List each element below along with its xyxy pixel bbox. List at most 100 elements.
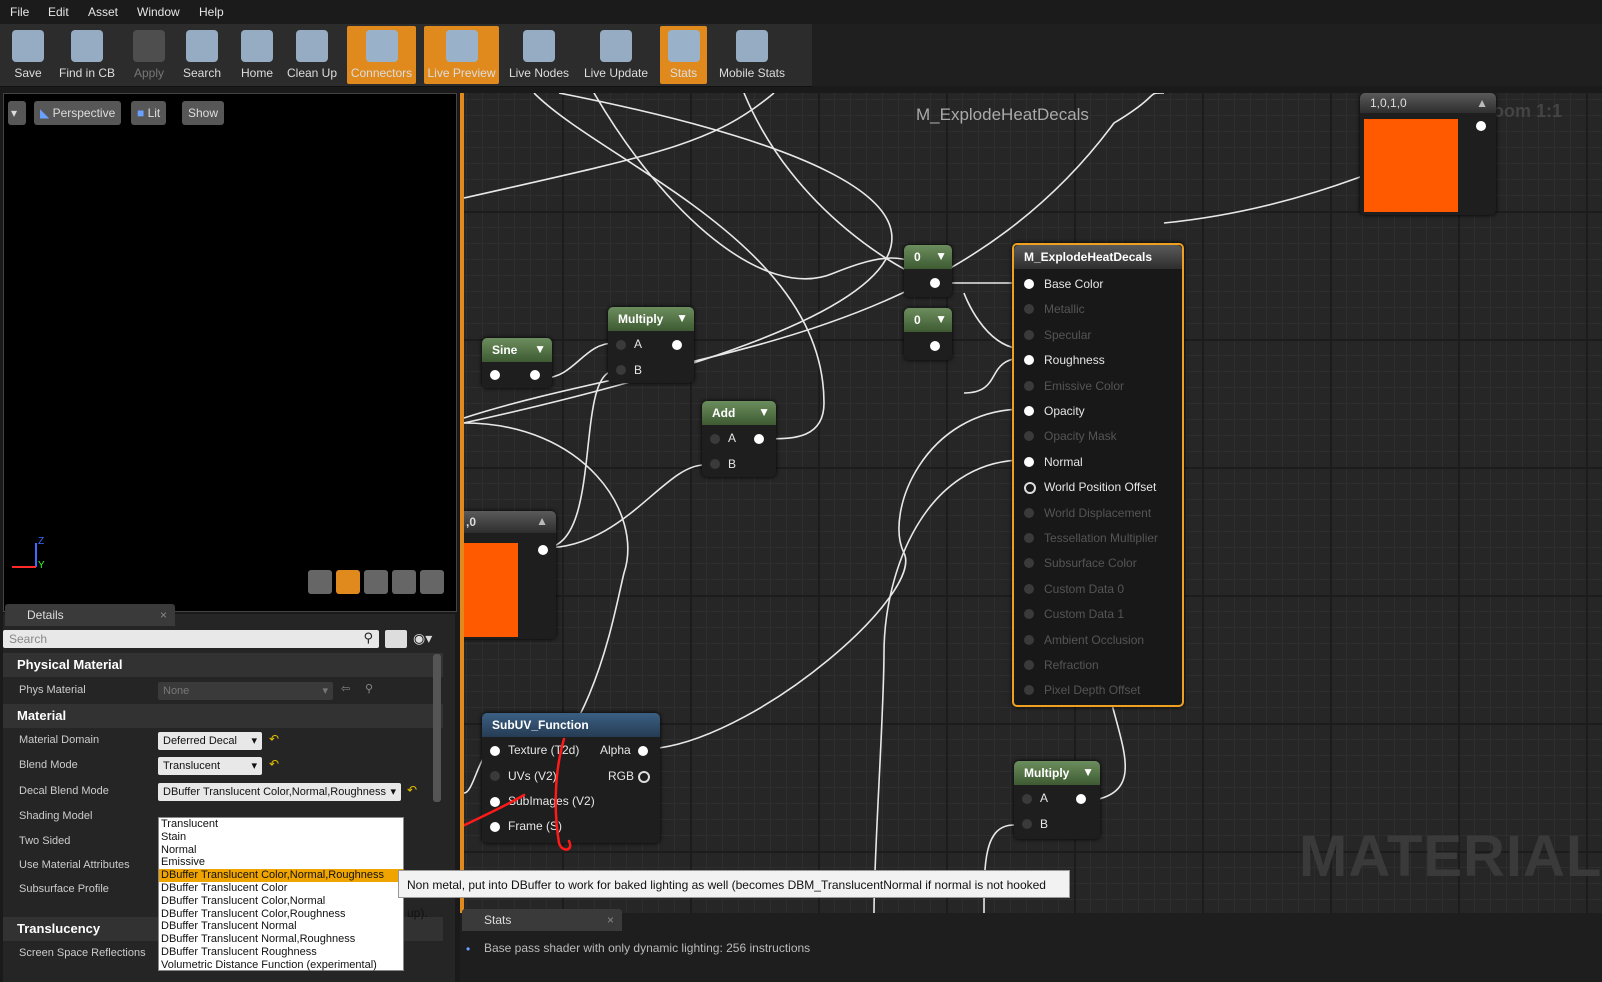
details-scrollbar[interactable] [433,654,441,802]
result-input-pin[interactable] [1024,482,1036,495]
output-pin[interactable] [754,434,764,444]
details-search-input[interactable]: Search ⚲ [3,630,379,648]
output-pin-alpha[interactable] [638,746,648,756]
mobile-stats-button[interactable]: Mobile Stats [712,26,792,84]
result-input-pin[interactable] [1024,380,1034,391]
output-pin[interactable] [538,545,548,555]
live-update-button[interactable]: Live Update [578,26,654,84]
result-input-pin[interactable] [1024,304,1034,315]
output-pin[interactable] [672,340,682,350]
tab-details[interactable]: Details × [5,604,175,626]
input-pin-b[interactable] [616,365,626,375]
tab-stats[interactable]: Stats × [462,909,622,931]
menu-file[interactable]: File [10,5,29,19]
output-pin-rgb[interactable] [638,771,650,783]
input-pin-a[interactable] [616,340,626,350]
result-input-pin[interactable] [1024,329,1034,340]
view-options-icon[interactable] [385,630,407,648]
decal-blend-mode-dropdown[interactable]: DBuffer Translucent Color,Normal,Roughne… [158,783,401,801]
chevron-down-icon[interactable]: ▼ [758,405,770,419]
result-input-pin[interactable] [1024,609,1034,620]
browse-search-icon[interactable]: ⚲ [365,682,373,695]
result-input-pin[interactable] [1024,634,1034,645]
visibility-eye-icon[interactable]: ◉▾ [413,630,443,648]
clean-up-button[interactable]: Clean Up [285,26,339,84]
decal-blend-mode-option[interactable]: DBuffer Translucent Color [159,882,403,895]
multiply-node-2[interactable]: Multiply ▼ A B [1014,761,1100,839]
preview-mesh-button[interactable] [420,570,444,594]
result-input-pin[interactable] [1024,583,1034,594]
live-nodes-button[interactable]: Live Nodes [504,26,574,84]
reset-to-default-icon[interactable]: ↶ [407,783,417,797]
result-input-pin[interactable] [1024,406,1034,416]
save-button[interactable]: Save [5,26,51,84]
menu-help[interactable]: Help [199,5,224,19]
decal-blend-mode-option[interactable]: Emissive [159,856,403,869]
decal-blend-mode-option[interactable]: DBuffer Translucent Normal [159,920,403,933]
result-input-pin[interactable] [1024,355,1034,366]
input-pin[interactable] [490,370,500,380]
live-preview-button[interactable]: Live Preview [424,26,499,84]
preview-sphere-button[interactable] [336,570,360,594]
chevron-down-icon[interactable]: ▼ [1082,765,1094,779]
output-pin[interactable] [1076,794,1086,804]
preview-cylinder-button[interactable] [308,570,332,594]
preview-plane-button[interactable] [364,570,388,594]
constant-zero-node-a[interactable]: 0 ▼ [904,245,952,297]
add-node[interactable]: Add ▼ A B [702,401,776,477]
result-input-pin[interactable] [1024,507,1034,518]
result-input-pin[interactable] [1024,660,1034,670]
lit-button[interactable]: ■ Lit [131,101,167,125]
stats-button[interactable]: Stats [660,26,707,84]
decal-blend-mode-option[interactable]: DBuffer Translucent Roughness [159,946,403,959]
output-pin[interactable] [930,278,940,288]
decal-blend-mode-option[interactable]: DBuffer Translucent Color,Normal [159,895,403,908]
apply-button[interactable]: Apply [124,26,174,84]
input-pin-b[interactable] [1022,819,1032,829]
chevron-down-icon[interactable]: ▼ [676,311,688,325]
viewport-options-button[interactable]: ▾ [8,101,26,125]
use-selected-arrow-icon[interactable]: ⇦ [341,682,350,695]
menu-window[interactable]: Window [137,5,180,19]
input-pin-a[interactable] [1022,794,1032,804]
phys-material-dropdown[interactable]: None [158,682,333,700]
multiply-node[interactable]: Multiply ▼ A B [608,307,694,383]
constant-zero-node-b[interactable]: 0 ▼ [904,308,952,360]
chevron-down-icon[interactable]: ▼ [935,312,947,326]
search-button[interactable]: Search [177,26,227,84]
collapse-icon[interactable]: ▲ [1476,96,1488,110]
result-input-pin[interactable] [1024,533,1034,543]
preview-cube-button[interactable] [392,570,416,594]
chevron-down-icon[interactable]: ▼ [935,249,947,263]
decal-blend-mode-option[interactable]: DBuffer Translucent Color,Roughness [159,908,403,921]
perspective-button[interactable]: ◣ Perspective [34,101,122,125]
material-result-node[interactable]: M_ExplodeHeatDecals Base Color Metallic Sp… [1012,243,1184,707]
decal-blend-mode-option[interactable]: Volumetric Distance Function (experiment… [159,959,403,972]
decal-blend-mode-option[interactable]: Translucent [159,818,403,831]
menu-asset[interactable]: Asset [88,5,118,19]
collapse-icon[interactable]: ▲ [536,514,548,528]
home-button[interactable]: Home [232,26,282,84]
input-pin-b[interactable] [710,459,720,469]
decal-blend-mode-option[interactable]: DBuffer Translucent Color,Normal,Roughne… [159,869,403,882]
preview-viewport[interactable]: ▾ ◣ Perspective ■ Lit Show Y Z [3,93,457,612]
result-input-pin[interactable] [1024,279,1034,289]
close-icon[interactable]: × [160,604,167,626]
sine-node[interactable]: Sine ▼ [482,338,552,388]
result-input-pin[interactable] [1024,685,1034,696]
find-in-cb-button[interactable]: Find in CB [55,26,119,84]
result-input-pin[interactable] [1024,431,1034,442]
output-pin[interactable] [930,341,940,351]
decal-blend-mode-option[interactable]: Normal [159,844,403,857]
input-pin-a[interactable] [710,434,720,444]
section-material[interactable]: Material [3,704,443,728]
material-domain-dropdown[interactable]: Deferred Decal [158,732,262,750]
chevron-down-icon[interactable]: ▼ [534,342,546,356]
reset-to-default-icon[interactable]: ↶ [269,757,279,771]
reset-to-default-icon[interactable]: ↶ [269,732,279,746]
output-pin[interactable] [530,370,540,380]
decal-blend-mode-option[interactable]: DBuffer Translucent Normal,Roughness [159,933,403,946]
menu-edit[interactable]: Edit [48,5,69,19]
constant-vector-node[interactable]: 1,0,1,0 ▲ [1360,93,1496,215]
result-input-pin[interactable] [1024,456,1034,467]
